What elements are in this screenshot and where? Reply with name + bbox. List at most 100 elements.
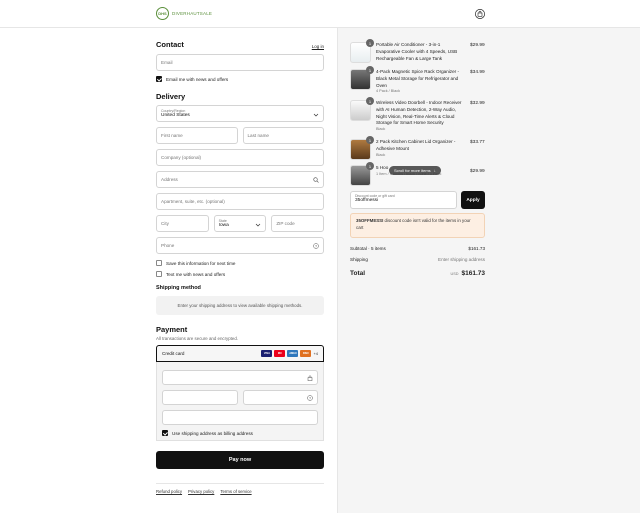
apply-button[interactable]: Apply <box>461 191 485 209</box>
name-row: First name Last name <box>156 127 324 144</box>
item-title: 4-Pack Magnetic Spice Rack Organizer - B… <box>376 69 459 88</box>
footer-links: Refund policy Privacy policy Terms of se… <box>156 489 324 494</box>
quantity-badge: 1 <box>366 39 374 47</box>
shipping-method-message: Enter your shipping address to view avai… <box>156 296 324 315</box>
company-field[interactable]: Company (optional) <box>156 149 324 166</box>
order-summary: 1 Portable Air Conditioner - 3-in-1 Evap… <box>337 28 640 513</box>
product-thumbnail: 1 <box>350 97 374 121</box>
scroll-hint-text: Scroll for more items <box>394 168 431 173</box>
country-select[interactable]: Country/Region United States <box>156 105 324 122</box>
shipping-value: Enter shipping address <box>438 257 485 262</box>
address-field[interactable]: Address <box>156 171 324 188</box>
item-price: $29.99 <box>470 169 485 174</box>
lock-icon <box>307 375 313 381</box>
header: DHS DIVERHAUTSALE <box>0 0 640 28</box>
cart-item: 1 Portable Air Conditioner - 3-in-1 Evap… <box>350 39 485 63</box>
text-news-option[interactable]: Text me with news and offers <box>156 271 324 277</box>
billing-address-label: Use shipping address as billing address <box>172 430 253 436</box>
payment-title: Payment <box>156 325 188 334</box>
payment-subtitle: All transactions are secure and encrypte… <box>156 336 239 341</box>
pay-now-button[interactable]: Pay now <box>156 451 324 469</box>
item-title: Portable Air Conditioner - 3-in-1 Evapor… <box>376 42 458 61</box>
save-info-checkbox[interactable] <box>156 260 162 266</box>
total-label: Total <box>350 270 366 277</box>
email-news-option[interactable]: Email me with news and offers <box>156 76 324 82</box>
contact-title: Contact <box>156 40 184 49</box>
checkout-form: Contact Log in Email Email me with news … <box>156 28 325 494</box>
store-logo[interactable]: DHS DIVERHAUTSALE <box>156 7 212 20</box>
item-variant: Black <box>376 127 386 132</box>
credit-card-option[interactable]: Credit card VISA MC AMEX DISC +4 <box>156 345 324 362</box>
cart-item: 1 2 Pack Kitchen Cabinet Lid Organizer -… <box>350 136 485 160</box>
save-info-label: Save this information for next time <box>166 260 236 266</box>
state-select[interactable]: State Iowa <box>213 215 267 232</box>
email-field[interactable]: Email <box>156 54 324 71</box>
phone-field[interactable]: Phone ? <box>156 237 324 254</box>
privacy-policy-link[interactable]: Privacy policy <box>188 489 214 494</box>
arrow-down-icon: ↓ <box>433 168 436 173</box>
quantity-badge: 1 <box>366 66 374 74</box>
discount-value: 35offmessi <box>355 198 379 203</box>
warning-code: 35OFFMESSI <box>356 218 384 223</box>
card-exp-cvc-row: ? <box>162 390 318 405</box>
card-number-field[interactable] <box>162 370 318 385</box>
terms-of-service-link[interactable]: Terms of service <box>220 489 251 494</box>
product-thumbnail: 1 <box>350 39 374 63</box>
refund-policy-link[interactable]: Refund policy <box>156 489 182 494</box>
last-name-field[interactable]: Last name <box>242 127 324 144</box>
total-value: $161.73 <box>461 270 486 277</box>
credit-card-label: Credit card <box>162 351 185 356</box>
total-row: Total USD $161.73 <box>350 270 485 277</box>
chevron-down-icon <box>313 113 319 117</box>
card-brands: VISA MC AMEX DISC +4 <box>261 350 318 357</box>
currency-code: USD <box>450 272 459 276</box>
city-field[interactable]: City <box>156 215 209 232</box>
shopping-bag-icon[interactable] <box>475 9 485 19</box>
subtotal-value: $161.73 <box>468 246 485 251</box>
zip-field[interactable]: ZIP code <box>271 215 325 232</box>
apartment-field[interactable]: Apartment, suite, etc. (optional) <box>156 193 324 210</box>
save-info-option[interactable]: Save this information for next time <box>156 260 324 266</box>
visa-icon: VISA <box>261 350 273 357</box>
cart-item: 1 Wireless Video Doorbell - Indoor Recei… <box>350 97 485 132</box>
name-on-card-field[interactable] <box>162 410 318 425</box>
item-price: $34.99 <box>470 70 485 75</box>
login-link[interactable]: Log in <box>312 44 324 49</box>
state-value: Iowa <box>218 223 229 228</box>
shipping-row: Shipping Enter shipping address <box>350 257 485 262</box>
apartment-placeholder: Apartment, suite, etc. (optional) <box>161 199 225 204</box>
quantity-badge: 1 <box>366 136 374 144</box>
item-variant: Black <box>376 152 386 157</box>
shipping-label: Shipping <box>350 257 368 262</box>
item-price: $33.77 <box>470 140 485 145</box>
amex-icon: AMEX <box>287 350 299 357</box>
expiry-field[interactable] <box>162 390 238 405</box>
email-placeholder: Email <box>161 60 173 65</box>
text-news-checkbox[interactable] <box>156 271 162 277</box>
item-title: 2 Pack Kitchen Cabinet Lid Organizer - A… <box>376 139 456 151</box>
last-name-placeholder: Last name <box>247 133 269 138</box>
card-form: ? Use shipping address as billing addres… <box>156 362 324 441</box>
first-name-field[interactable]: First name <box>156 127 238 144</box>
email-news-checkbox[interactable] <box>156 76 162 82</box>
first-name-placeholder: First name <box>161 133 183 138</box>
help-icon[interactable]: ? <box>307 395 313 401</box>
scroll-hint-pill[interactable]: Scroll for more items ↓ <box>389 166 441 175</box>
shipping-message-text: Enter your shipping address to view avai… <box>177 303 303 308</box>
search-icon <box>313 177 319 183</box>
billing-address-checkbox[interactable] <box>162 430 168 436</box>
contact-header: Contact Log in <box>156 40 324 49</box>
security-code-field[interactable]: ? <box>242 390 318 405</box>
discount-code-field[interactable]: Discount code or gift card 35offmessi <box>350 191 457 209</box>
product-thumbnail: 1 <box>350 136 374 160</box>
help-icon[interactable]: ? <box>313 243 319 249</box>
discount-warning: 35OFFMESSI discount code isn't valid for… <box>350 213 485 238</box>
company-placeholder: Company (optional) <box>161 155 202 160</box>
footer-divider <box>156 483 324 484</box>
discover-icon: DISC <box>300 350 312 357</box>
text-news-label: Text me with news and offers <box>166 271 226 277</box>
quantity-badge: 1 <box>366 162 374 170</box>
logo-text: DIVERHAUTSALE <box>172 11 213 16</box>
shipping-method-title: Shipping method <box>156 285 201 291</box>
billing-address-option[interactable]: Use shipping address as billing address <box>162 430 318 436</box>
